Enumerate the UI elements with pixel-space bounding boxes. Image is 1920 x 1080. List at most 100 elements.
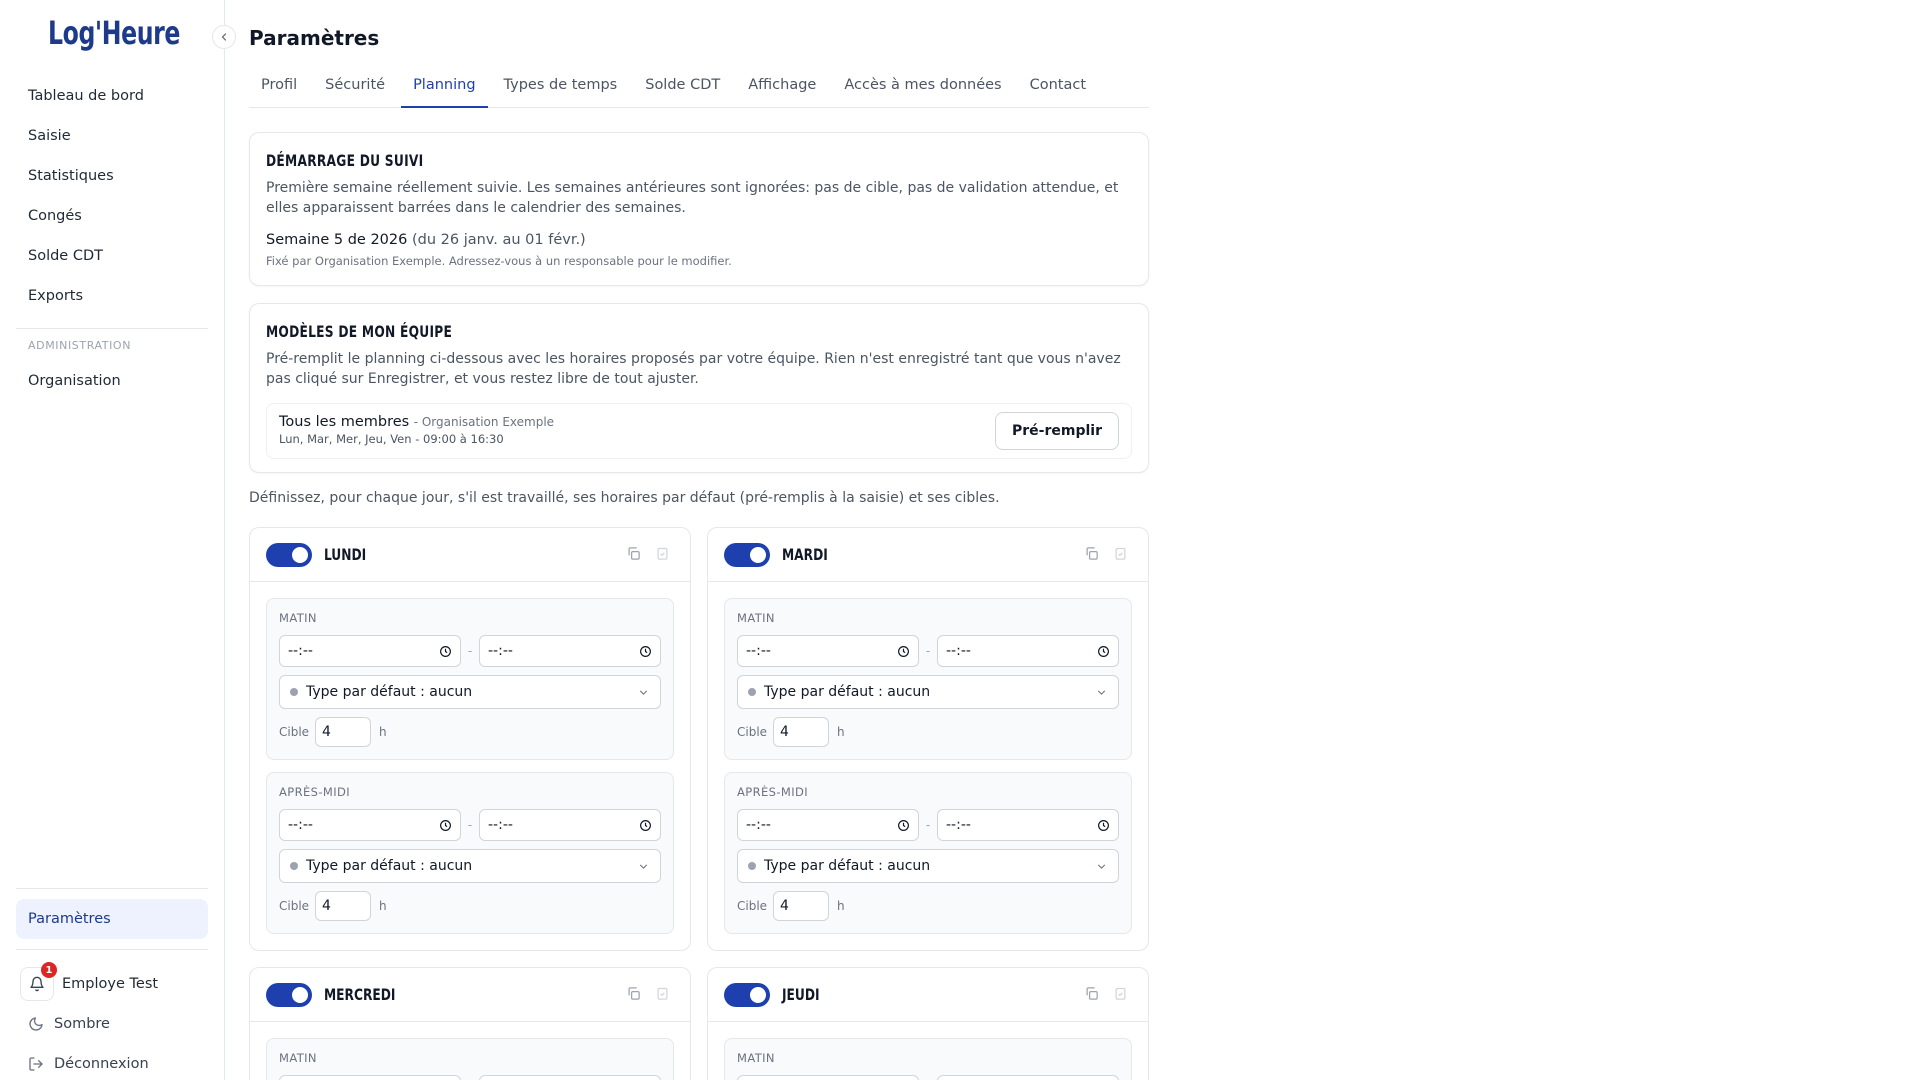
sidebar-item-exports[interactable]: Exports [16, 276, 208, 316]
time-row: --:-- - --:-- [737, 635, 1119, 667]
target-unit: h [837, 725, 845, 739]
sidebar-item-entry[interactable]: Saisie [16, 116, 208, 156]
user-name[interactable]: Employe Test [62, 976, 158, 992]
day-header: LUNDI [250, 528, 690, 582]
start-time-input[interactable]: --:-- [279, 809, 461, 841]
sidebar-item-cdt-balance[interactable]: Solde CDT [16, 236, 208, 276]
copy-icon[interactable] [1084, 546, 1099, 561]
tab-cdt-balance[interactable]: Solde CDT [633, 74, 732, 108]
period-morning: MATIN [266, 1038, 674, 1080]
paste-icon[interactable] [655, 546, 670, 561]
day-card-thursday: JEUDI MATIN [707, 967, 1149, 1080]
sidebar-bottom-divider-2 [16, 949, 208, 950]
target-row: Cible 4 h [737, 891, 1119, 921]
period-label: APRÈS-MIDI [279, 785, 351, 799]
team-model-row: Tous les membres - Organisation Exemple … [266, 403, 1132, 459]
bell-icon [30, 976, 44, 992]
target-input[interactable]: 4 [315, 891, 372, 921]
default-type-select[interactable]: Type par défaut : aucun [737, 849, 1119, 883]
prefill-button[interactable]: Pré-remplir [995, 412, 1119, 450]
target-unit: h [837, 899, 845, 913]
end-time-input[interactable]: --:-- [479, 635, 661, 667]
app-logo[interactable]: Log'Heure [48, 14, 180, 52]
team-model-org: - Organisation Exemple [413, 415, 555, 429]
tab-security[interactable]: Sécurité [313, 74, 397, 108]
time-separator: - [925, 644, 931, 658]
tab-planning[interactable]: Planning [401, 74, 488, 108]
start-time-input[interactable]: --:-- [737, 635, 919, 667]
sidebar-item-statistics[interactable]: Statistiques [16, 156, 208, 196]
tab-display[interactable]: Affichage [736, 74, 828, 108]
target-input[interactable]: 4 [773, 891, 830, 921]
sidebar-item-dashboard[interactable]: Tableau de bord [16, 76, 208, 116]
default-type-value: Type par défaut : aucun [306, 684, 473, 700]
period-morning: MATIN --:-- - --:-- Type par défaut : au… [724, 598, 1132, 760]
target-input[interactable]: 4 [773, 717, 830, 747]
paste-icon[interactable] [1113, 546, 1128, 561]
sidebar-nav: Tableau de bord Saisie Statistiques Cong… [16, 76, 208, 401]
tab-time-types[interactable]: Types de temps [492, 74, 630, 108]
end-time-input[interactable] [937, 1075, 1119, 1080]
day-toggle[interactable] [266, 982, 312, 1007]
user-row: 1 Employe Test [16, 962, 208, 1004]
day-header: JEUDI [708, 968, 1148, 1022]
period-morning: MATIN --:-- - --:-- Type par défaut : au… [266, 598, 674, 760]
target-label: Cible [279, 899, 310, 913]
sidebar-bottom: Paramètres 1 Employe Test Sombre Déconne… [16, 888, 208, 1080]
paste-icon[interactable] [655, 986, 670, 1001]
period-label: MATIN [279, 611, 317, 625]
start-time-input[interactable] [737, 1075, 919, 1080]
period-afternoon: APRÈS-MIDI --:-- - --:-- Type par défaut… [724, 772, 1132, 934]
clock-icon [440, 645, 451, 657]
end-time-input[interactable] [479, 1075, 661, 1080]
target-unit: h [379, 725, 387, 739]
notifications-button[interactable]: 1 [20, 962, 57, 1001]
clock-icon [1098, 819, 1109, 831]
tracking-week-range: (du 26 janv. au 01 févr.) [411, 232, 586, 248]
tab-contact[interactable]: Contact [1018, 74, 1098, 108]
day-toggle[interactable] [266, 542, 312, 567]
sidebar-item-leave[interactable]: Congés [16, 196, 208, 236]
time-row: --:-- - --:-- [279, 809, 661, 841]
chevron-down-icon [639, 864, 648, 869]
end-time-value: --:-- [946, 643, 971, 659]
day-toggle[interactable] [724, 982, 770, 1007]
start-time-input[interactable]: --:-- [279, 635, 461, 667]
chevron-down-icon [1097, 690, 1106, 695]
sidebar-item-settings[interactable]: Paramètres [16, 899, 208, 939]
page-title: Paramètres [249, 26, 380, 50]
end-time-input[interactable]: --:-- [937, 809, 1119, 841]
day-toggle[interactable] [724, 542, 770, 567]
tracking-description: Première semaine réellement suivie. Les … [266, 180, 1119, 216]
default-type-select[interactable]: Type par défaut : aucun [279, 675, 661, 709]
copy-icon[interactable] [626, 546, 641, 561]
start-time-input[interactable] [279, 1075, 461, 1080]
end-time-input[interactable]: --:-- [479, 809, 661, 841]
tab-profile[interactable]: Profil [249, 74, 309, 108]
default-type-select[interactable]: Type par défaut : aucun [279, 849, 661, 883]
start-time-value: --:-- [288, 643, 313, 659]
default-type-value: Type par défaut : aucun [306, 858, 473, 874]
team-models-title: MODÈLES DE MON ÉQUIPE [266, 322, 453, 341]
copy-icon[interactable] [626, 986, 641, 1001]
target-label: Cible [737, 725, 768, 739]
paste-icon[interactable] [1113, 986, 1128, 1001]
moon-icon [29, 1017, 43, 1031]
day-actions [626, 546, 670, 561]
end-time-input[interactable]: --:-- [937, 635, 1119, 667]
collapse-sidebar-button[interactable] [212, 25, 236, 49]
time-separator: - [467, 644, 473, 658]
start-time-input[interactable]: --:-- [737, 809, 919, 841]
logout-button[interactable]: Déconnexion [16, 1044, 208, 1080]
period-label: MATIN [279, 1051, 317, 1065]
sidebar-bottom-divider [16, 888, 208, 889]
tab-data-access[interactable]: Accès à mes données [832, 74, 1013, 108]
theme-toggle[interactable]: Sombre [16, 1004, 208, 1044]
copy-icon[interactable] [1084, 986, 1099, 1001]
default-type-select[interactable]: Type par défaut : aucun [737, 675, 1119, 709]
sidebar-item-organisation[interactable]: Organisation [16, 361, 208, 401]
time-separator: - [925, 818, 931, 832]
chevron-down-icon [639, 690, 648, 695]
target-input[interactable]: 4 [315, 717, 372, 747]
start-time-value: --:-- [746, 643, 771, 659]
